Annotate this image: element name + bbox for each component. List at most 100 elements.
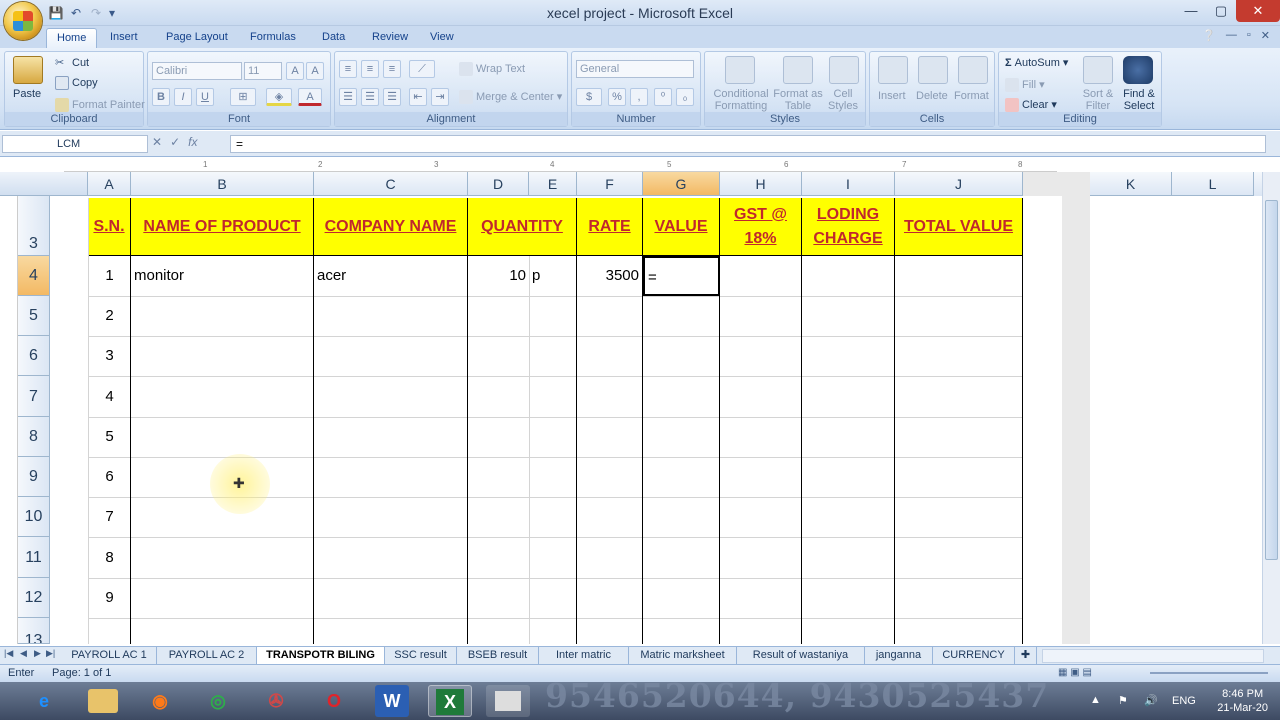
grow-font-icon[interactable]: A — [286, 62, 304, 80]
header-gst[interactable]: GST @ 18% — [720, 198, 802, 256]
excel-taskbar-button[interactable]: X — [428, 685, 472, 717]
row-header-8[interactable]: 8 — [18, 417, 50, 457]
align-middle-icon[interactable]: ≡ — [361, 60, 379, 78]
word-icon[interactable]: W — [375, 685, 409, 717]
fill-button[interactable]: Fill ▾ — [1005, 78, 1045, 93]
cell-a10[interactable]: 7 — [88, 497, 131, 537]
decrease-indent-icon[interactable]: ⇤ — [409, 88, 427, 106]
sheet-tab[interactable]: CURRENCY — [933, 647, 1015, 664]
format-painter-button[interactable]: Format Painter — [55, 98, 145, 112]
sheet-tab[interactable]: janganna — [865, 647, 933, 664]
column-header-f[interactable]: F — [577, 172, 643, 196]
clock[interactable]: 8:46 PM 21-Mar-20 — [1217, 687, 1268, 715]
comma-button[interactable]: , — [630, 88, 648, 106]
speaker-icon[interactable]: 🔊 — [1144, 694, 1158, 707]
format-as-table-icon[interactable] — [783, 56, 813, 84]
close-button[interactable]: ✕ — [1236, 0, 1280, 22]
underline-button[interactable]: U — [196, 88, 214, 106]
header-company[interactable]: COMPANY NAME — [314, 198, 468, 256]
firefox-icon[interactable]: ◉ — [138, 685, 182, 717]
zoom-slider[interactable] — [1150, 672, 1268, 674]
language-indicator[interactable]: ENG — [1172, 695, 1196, 707]
tab-data[interactable]: Data — [312, 28, 355, 48]
sheet-tab[interactable]: SSC result — [385, 647, 457, 664]
ie-icon[interactable]: e — [22, 685, 66, 717]
row-header-13[interactable]: 13 — [18, 618, 50, 644]
wrap-text-button[interactable]: Wrap Text — [459, 62, 525, 76]
insert-function-button[interactable]: fx — [188, 135, 197, 153]
minimize-button[interactable]: — — [1176, 0, 1206, 22]
cell-b4[interactable]: monitor — [134, 256, 310, 296]
fill-color-icon[interactable]: ◈ — [266, 88, 292, 106]
font-color-icon[interactable]: A — [298, 88, 322, 106]
borders-icon[interactable]: ⊞ — [230, 88, 256, 106]
cell-g4-active[interactable]: = — [643, 256, 720, 296]
row-header-6[interactable]: 6 — [18, 336, 50, 376]
insert-cells-button[interactable]: Insert — [878, 90, 906, 102]
formula-input[interactable]: = — [230, 135, 1266, 153]
name-box[interactable]: LCM — [2, 135, 148, 153]
cell-a12[interactable]: 9 — [88, 578, 131, 618]
column-header-l[interactable]: L — [1172, 172, 1254, 196]
prev-sheet-icon[interactable]: ◀ — [20, 648, 32, 659]
percent-button[interactable]: % — [608, 88, 626, 106]
decrease-decimal-icon[interactable]: ₀ — [676, 88, 694, 106]
column-header-d[interactable]: D — [468, 172, 529, 196]
sheet-tab[interactable]: Result of wastaniya — [737, 647, 865, 664]
tab-formulas[interactable]: Formulas — [240, 28, 306, 48]
folder-icon[interactable] — [88, 689, 118, 713]
header-total[interactable]: TOTAL VALUE — [895, 198, 1023, 256]
number-format-select[interactable]: General — [576, 60, 694, 78]
confirm-entry-icon[interactable]: ✓ — [170, 135, 180, 153]
row-header-10[interactable]: 10 — [18, 497, 50, 537]
column-header-a[interactable]: A — [88, 172, 131, 196]
font-name-select[interactable]: Calibri — [152, 62, 242, 80]
help-icon[interactable]: ❔ — [1202, 29, 1216, 42]
sort-filter-icon[interactable] — [1083, 56, 1113, 84]
currency-button[interactable]: $ — [576, 88, 602, 106]
sheet-tab[interactable]: PAYROLL AC 1 — [62, 647, 157, 664]
row-header-12[interactable]: 12 — [18, 578, 50, 618]
clear-button[interactable]: Clear ▾ — [1005, 98, 1057, 113]
cell-styles-icon[interactable] — [829, 56, 859, 84]
tools-icon[interactable]: ✇ — [254, 685, 298, 717]
insert-sheet-icon[interactable]: ✚ — [1015, 647, 1037, 664]
cell-styles-button[interactable]: Cell Styles — [825, 88, 861, 112]
tab-insert[interactable]: Insert — [100, 28, 148, 48]
sheet-tab[interactable]: Matric marksheet — [629, 647, 737, 664]
align-center-icon[interactable]: ☰ — [361, 88, 379, 106]
column-header-e[interactable]: E — [529, 172, 577, 196]
increase-indent-icon[interactable]: ⇥ — [431, 88, 449, 106]
cell-c4[interactable]: acer — [317, 256, 465, 296]
conditional-formatting-icon[interactable] — [725, 56, 755, 84]
next-sheet-icon[interactable]: ▶ — [34, 648, 46, 659]
header-quantity[interactable]: QUANTITY — [468, 198, 577, 256]
paste-icon[interactable] — [13, 56, 43, 84]
column-header-i[interactable]: I — [802, 172, 895, 196]
column-header-c[interactable]: C — [314, 172, 468, 196]
column-header-k[interactable]: K — [1090, 172, 1172, 196]
view-buttons[interactable]: ▦ ▣ ▤ — [1058, 667, 1092, 678]
column-header-h[interactable]: H — [720, 172, 802, 196]
header-value[interactable]: VALUE — [643, 198, 720, 256]
autosum-button[interactable]: Σ AutoSum ▾ — [1005, 56, 1068, 69]
header-loading[interactable]: LODING CHARGE — [802, 198, 895, 256]
vertical-scrollbar[interactable] — [1262, 172, 1280, 644]
cell-a11[interactable]: 8 — [88, 537, 131, 578]
tray-flag-icon[interactable]: ⚑ — [1118, 694, 1128, 707]
row-header-3[interactable]: 3 — [18, 196, 50, 256]
format-as-table-button[interactable]: Format as Table — [773, 88, 823, 112]
ribbon-minimize-icon[interactable]: — — [1226, 29, 1237, 42]
cell-a6[interactable]: 3 — [88, 336, 131, 376]
increase-decimal-icon[interactable]: ⁰ — [654, 88, 672, 106]
shrink-font-icon[interactable]: A — [306, 62, 324, 80]
first-sheet-icon[interactable]: |◀ — [4, 648, 16, 659]
opera-icon[interactable]: O — [312, 685, 356, 717]
align-top-icon[interactable]: ≡ — [339, 60, 357, 78]
cell-a4[interactable]: 1 — [88, 256, 131, 296]
chrome-icon[interactable]: ◎ — [196, 685, 240, 717]
align-bottom-icon[interactable]: ≡ — [383, 60, 401, 78]
tab-view[interactable]: View — [420, 28, 464, 48]
header-product[interactable]: NAME OF PRODUCT — [131, 198, 314, 256]
last-sheet-icon[interactable]: ▶| — [46, 648, 58, 659]
